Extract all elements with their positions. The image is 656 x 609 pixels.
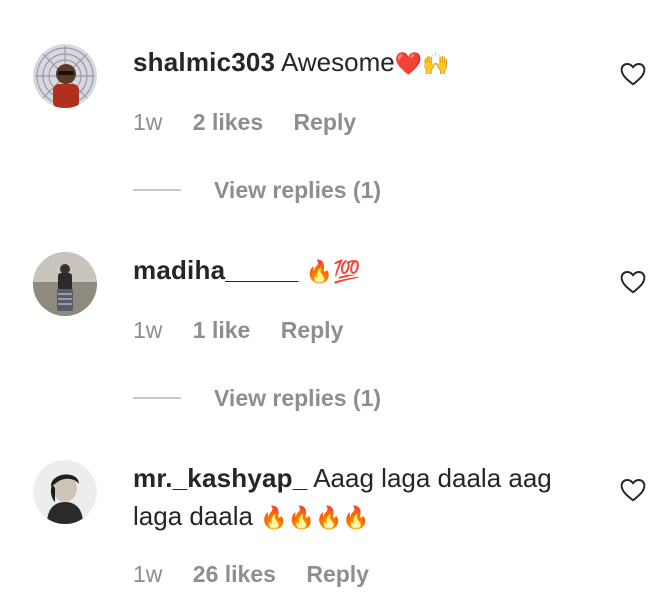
comments-list: shalmic303 Awesome❤️🙌 1w 2 likes Reply V… (0, 0, 656, 609)
heart-icon[interactable] (620, 270, 646, 294)
comment-emojis: 🔥🔥🔥🔥 (260, 506, 370, 531)
comment-body: Awesome (281, 47, 395, 77)
comment-text: shalmic303 Awesome❤️🙌 (133, 43, 603, 84)
divider (133, 189, 181, 191)
comment-username[interactable]: madiha_____ (133, 255, 299, 285)
comment-time[interactable]: 1w (133, 109, 162, 135)
comment-text: mr._kashyap_ Aaag laga daala aag laga da… (133, 459, 603, 538)
reply-button[interactable]: Reply (281, 317, 344, 343)
avatar[interactable] (33, 44, 97, 108)
comment-time[interactable]: 1w (133, 317, 162, 343)
comment-meta: 1w 26 likes Reply (133, 560, 393, 588)
comment-emojis: ❤️🙌 (394, 52, 450, 77)
avatar[interactable] (33, 460, 97, 524)
divider (133, 397, 181, 399)
comment-meta: 1w 2 likes Reply (133, 108, 380, 136)
likes-count[interactable]: 1 like (193, 317, 251, 343)
comment-time[interactable]: 1w (133, 561, 162, 587)
comment-body-line2: laga daala (133, 501, 253, 531)
heart-icon[interactable] (620, 478, 646, 502)
comment-body-line1: Aaag laga daala aag (313, 463, 552, 493)
avatar[interactable] (33, 252, 97, 316)
view-replies-button[interactable]: View replies (1) (133, 384, 381, 412)
comment-text: madiha_____ 🔥💯 (133, 251, 603, 292)
reply-button[interactable]: Reply (306, 561, 369, 587)
heart-icon[interactable] (620, 62, 646, 86)
view-replies-label[interactable]: View replies (1) (214, 176, 381, 204)
comment-emojis: 🔥💯 (305, 260, 361, 285)
view-replies-label[interactable]: View replies (1) (214, 384, 381, 412)
comment-username[interactable]: mr._kashyap_ (133, 463, 307, 493)
reply-button[interactable]: Reply (294, 109, 357, 135)
comment-username[interactable]: shalmic303 (133, 47, 275, 77)
view-replies-button[interactable]: View replies (1) (133, 176, 381, 204)
likes-count[interactable]: 2 likes (193, 109, 263, 135)
comment-meta: 1w 1 like Reply (133, 316, 367, 344)
likes-count[interactable]: 26 likes (193, 561, 276, 587)
